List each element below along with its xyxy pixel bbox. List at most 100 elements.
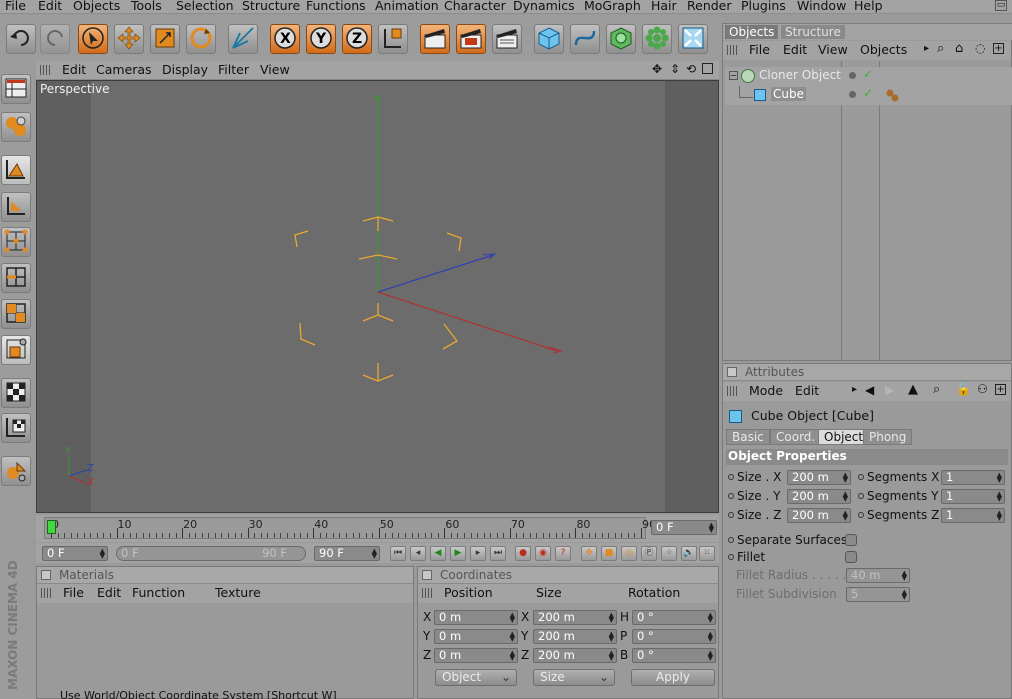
coordinate-mode-select[interactable]: Object ⌄ [435,669,517,686]
tab-coord[interactable]: Coord. [770,429,822,445]
key-scale-button[interactable]: ■ [601,546,617,561]
size-mode-select[interactable]: Size ⌄ [533,669,615,686]
menu-window[interactable]: Window [797,0,846,13]
orbit-view-icon[interactable]: ⟲ [686,62,696,76]
menu-render[interactable]: Render [687,0,732,13]
points-mode-button[interactable] [1,227,31,257]
scale-button[interactable] [150,24,180,54]
rotation-field[interactable]: 0 ° ▲ ▼ [632,648,716,663]
tab-structure[interactable]: Structure [781,25,845,39]
autokey-button[interactable]: ◉ [535,546,551,561]
back-arrow-icon[interactable]: ◀ [865,383,874,397]
fillet-subdivision-field[interactable]: 5 ▲ ▼ [846,587,910,602]
playback-settings-button[interactable]: ⁙ [699,546,715,561]
enabled-check-icon[interactable]: ✓ [863,86,873,100]
menu-character[interactable]: Character [444,0,506,13]
size-y-field[interactable]: 200 m ▲ ▼ [787,489,851,504]
menu-plugins[interactable]: Plugins [741,0,786,13]
new-window-icon[interactable]: + [993,43,1004,54]
separate-surfaces-checkbox[interactable] [845,534,857,546]
key-rotation-button[interactable]: ◎ [621,546,637,561]
menu-tools[interactable]: Tools [131,0,162,13]
rotation-field[interactable]: 0 ° ▲ ▼ [632,610,716,625]
new-window-icon[interactable]: + [995,384,1006,395]
model-mode-button[interactable] [228,24,258,54]
radio-dot-icon[interactable] [858,493,864,499]
grip-handle[interactable] [727,45,737,55]
edges-mode-button[interactable] [1,263,31,293]
dolly-view-icon[interactable]: ⇕ [670,62,680,76]
redo-button[interactable] [40,24,70,54]
radio-dot-icon[interactable] [728,554,734,560]
menu-edit[interactable]: Edit [38,0,62,13]
go-to-start-button[interactable]: ⏮ [390,546,406,561]
checkerboard-button[interactable] [1,378,31,408]
material-tag-icon[interactable] [885,88,900,103]
start-frame-field[interactable]: 0 F ▲ ▼ [42,546,108,561]
attributes-menu-mode[interactable]: Mode [749,383,783,398]
search-icon[interactable]: ⌕ [933,382,940,397]
viewport-menu-view[interactable]: View [260,62,290,77]
object-row-cloner[interactable]: − Cloner Object ✓ [725,67,1012,86]
home-icon[interactable]: ⌂ [955,41,963,56]
position-field[interactable]: 0 m ▲ ▼ [434,648,518,663]
radio-dot-icon[interactable] [858,474,864,480]
live-selection-button[interactable] [78,24,108,54]
up-arrow-icon[interactable]: ▲ [908,382,918,397]
menu-dynamics[interactable]: Dynamics [513,0,575,13]
z-axis-lock-button[interactable]: Z [342,24,372,54]
panel-toggle-icon[interactable] [422,570,432,580]
sound-button[interactable]: 🔈 [681,546,697,561]
menu-animation[interactable]: Animation [375,0,439,13]
polygons-mode-button[interactable] [1,299,31,329]
frame-range-slider[interactable]: 0 F 90 F [116,546,306,561]
add-nurbs-button[interactable] [606,24,636,54]
add-array-button[interactable] [642,24,672,54]
enabled-check-icon[interactable]: ✓ [863,67,873,81]
segments-x-field[interactable]: 1 ▲ ▼ [941,470,1005,485]
maximize-view-icon[interactable] [702,63,713,74]
viewport-menu-cameras[interactable]: Cameras [96,62,152,77]
tab-basic[interactable]: Basic [726,429,770,445]
size-field[interactable]: 200 m ▲ ▼ [533,648,617,663]
radio-dot-icon[interactable] [858,512,864,518]
objects-menu-edit[interactable]: Edit [783,42,807,57]
tab-objects[interactable]: Objects [725,25,779,39]
materials-menu-function[interactable]: Function [132,585,185,600]
size-field[interactable]: 200 m ▲ ▼ [533,629,617,644]
link-icon[interactable]: ⚇ [977,382,988,396]
radio-dot-icon[interactable] [728,493,734,499]
viewport-menu-filter[interactable]: Filter [218,62,249,77]
record-active-button[interactable]: ● [515,546,531,561]
segments-y-field[interactable]: 1 ▲ ▼ [941,489,1005,504]
menu-file[interactable]: File [5,0,26,13]
panel-toggle-icon[interactable] [727,367,737,377]
object-row-cube[interactable]: Cube ✓ [725,86,1012,105]
playhead-marker[interactable] [47,520,56,534]
fillet-radius-field[interactable]: 40 m ▲ ▼ [846,568,910,583]
timeline-ruler[interactable]: 0102030405060708090 [44,517,656,539]
next-key-button[interactable]: ▸ [470,546,486,561]
menu-selection[interactable]: Selection [176,0,234,13]
tab-object[interactable]: Object [818,429,870,445]
keyframe-selection-button[interactable]: ? [555,546,571,561]
axis-mode-button[interactable] [1,192,31,222]
key-pla-button[interactable]: ⁘ [661,546,677,561]
menu-help[interactable]: Help [854,0,883,13]
materials-menu-texture[interactable]: Texture [215,585,261,600]
menu-structure[interactable]: Structure [242,0,300,13]
visibility-dot-icon[interactable] [849,72,856,79]
render-settings-button[interactable] [492,24,522,54]
materials-list[interactable] [37,604,413,698]
more-menu-arrow-icon[interactable]: ▸ [852,384,857,395]
object-mode-button[interactable] [1,112,31,142]
render-view-button[interactable] [420,24,450,54]
eye-icon[interactable]: ◌ [975,41,985,55]
attributes-menu-edit[interactable]: Edit [795,383,819,398]
rotation-field[interactable]: 0 ° ▲ ▼ [632,629,716,644]
menu-functions[interactable]: Functions [306,0,366,13]
play-backward-button[interactable]: ◀ [430,546,446,561]
model-tool-button[interactable] [1,155,31,185]
radio-dot-icon[interactable] [728,537,734,543]
layout-button[interactable] [1,74,31,104]
